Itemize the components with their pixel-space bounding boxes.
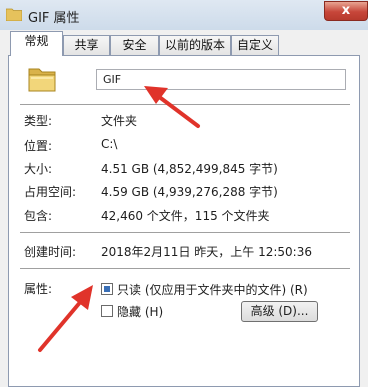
readonly-checkbox[interactable] xyxy=(101,283,113,295)
close-button[interactable]: x xyxy=(324,1,368,21)
type-label: 类型: xyxy=(24,114,53,128)
separator xyxy=(20,232,350,234)
readonly-label[interactable]: 只读 (仅应用于文件夹中的文件) (R) xyxy=(117,281,308,298)
indeterminate-mark xyxy=(104,286,110,292)
size-on-disk-value: 4.59 GB (4,939,276,288 字节) xyxy=(101,185,278,199)
tab-security[interactable]: 安全 xyxy=(110,35,159,55)
size-on-disk-label: 占用空间: xyxy=(24,185,77,199)
location-label: 位置: xyxy=(24,139,53,153)
tab-general[interactable]: 常规 xyxy=(10,31,63,56)
created-label: 创建时间: xyxy=(24,245,77,259)
hidden-label[interactable]: 隐藏 (H) xyxy=(117,303,163,320)
separator xyxy=(20,104,350,106)
window-title: GIF 属性 xyxy=(28,11,80,26)
folder-name-input[interactable]: GIF xyxy=(96,69,346,90)
folder-icon xyxy=(6,8,22,21)
tab-previous-versions[interactable]: 以前的版本 xyxy=(159,35,231,55)
tab-sharing[interactable]: 共享 xyxy=(63,35,110,55)
contains-value: 42,460 个文件，115 个文件夹 xyxy=(101,209,270,223)
folder-icon xyxy=(28,68,56,92)
attributes-label: 属性: xyxy=(24,282,53,296)
advanced-button[interactable]: 高级 (D)... xyxy=(241,301,318,322)
separator xyxy=(20,268,350,270)
created-value: 2018年2月11日 昨天，上午 12:50:36 xyxy=(101,245,312,259)
size-value: 4.51 GB (4,852,499,845 字节) xyxy=(101,162,278,176)
title-bar: GIF 属性 x xyxy=(0,0,368,30)
tab-customize[interactable]: 自定义 xyxy=(231,35,279,55)
size-label: 大小: xyxy=(24,162,53,176)
type-value: 文件夹 xyxy=(101,114,138,128)
contains-label: 包含: xyxy=(24,209,53,223)
hidden-checkbox[interactable] xyxy=(101,305,113,317)
location-value: C:\ xyxy=(101,137,118,151)
